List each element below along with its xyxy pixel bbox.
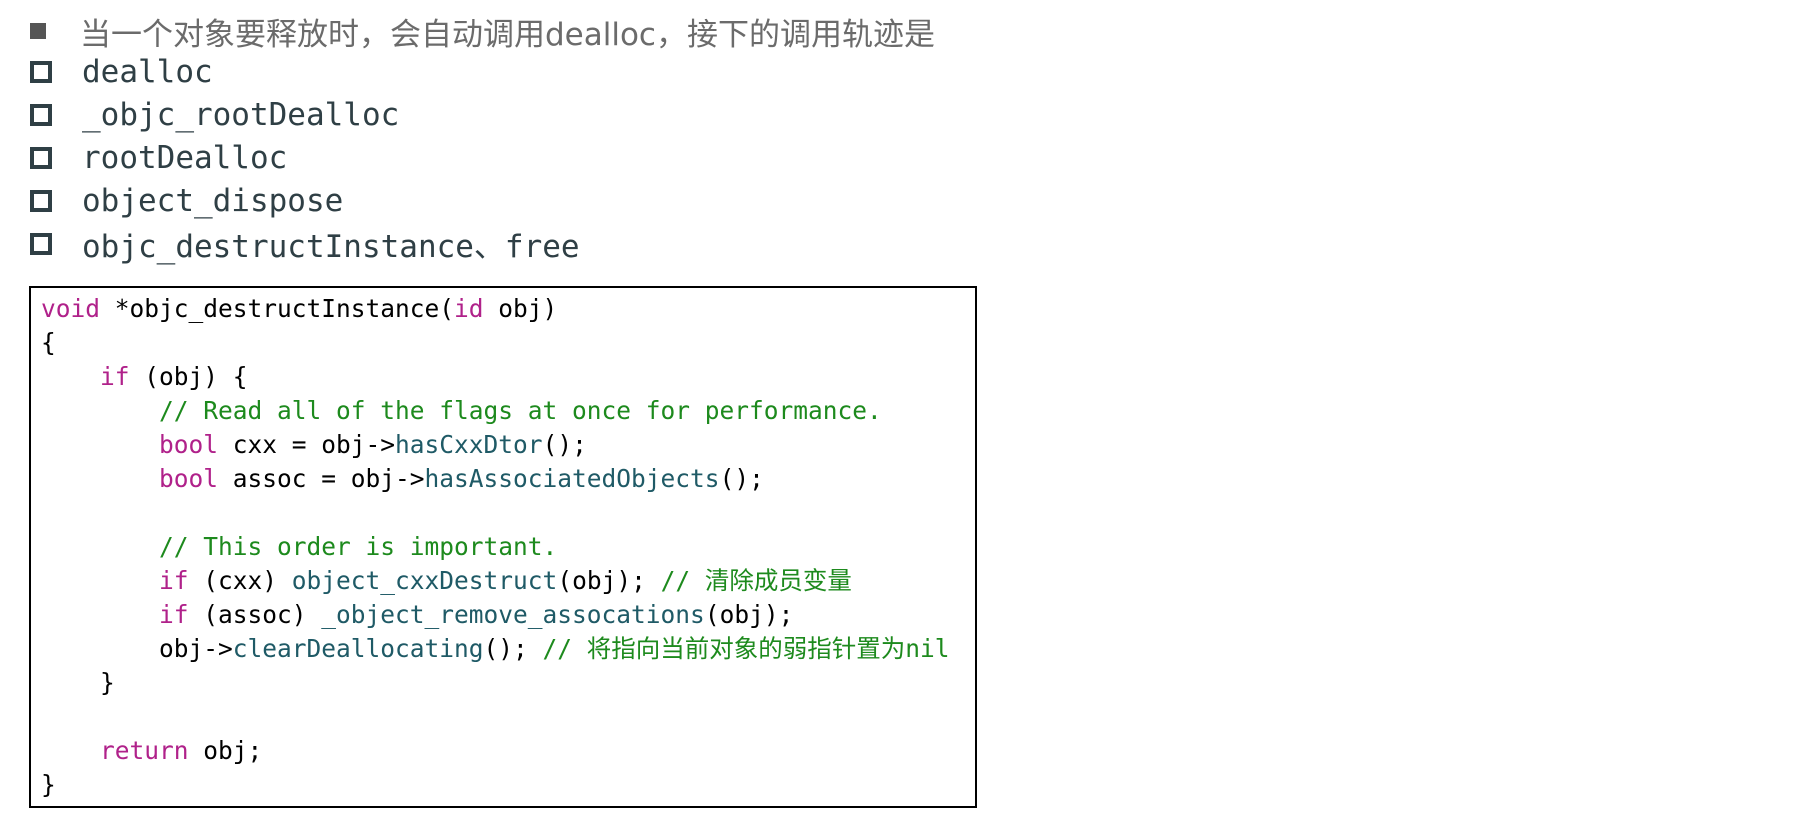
code-line: bool assoc = obj->hasAssociatedObjects()… (41, 462, 950, 496)
filled-square-bullet-icon (30, 23, 46, 39)
code-function: hasCxxDtor (395, 430, 543, 459)
code-line: { (41, 326, 950, 360)
code-line: } (41, 666, 950, 700)
code-text: *objc_destructInstance( (100, 294, 455, 323)
code-text: (obj); (704, 600, 794, 629)
hollow-square-bullet-icon (30, 232, 52, 255)
code-line: // This order is important. (41, 530, 950, 564)
heading-text: 当一个对象要释放时，会自动调用dealloc，接下的调用轨迹是 (80, 16, 935, 53)
code-line: } (41, 768, 950, 802)
code-text: obj-> (41, 634, 233, 663)
code-keyword: return (100, 736, 189, 765)
code-function: hasAssociatedObjects (424, 464, 720, 493)
code-text: (obj); (557, 566, 661, 595)
code-keyword: if (159, 566, 189, 595)
trace-step-label: rootDealloc (82, 139, 288, 176)
code-comment: // 将指向当前对象的弱指针置为nil (542, 634, 950, 663)
code-line: if (assoc) _object_remove_assocations(ob… (41, 598, 950, 632)
code-text: (); (483, 634, 543, 663)
code-text: (); (719, 464, 764, 493)
code-line: if (obj) { (41, 360, 950, 394)
trace-step-label: dealloc (82, 53, 213, 90)
list-item: _objc_rootDealloc (30, 93, 580, 136)
list-item: dealloc (30, 50, 580, 93)
trace-step-label: object_dispose (82, 182, 344, 219)
list-item: object_dispose (30, 179, 580, 222)
code-line: return obj; (41, 734, 950, 768)
code-comment: // This order is important. (159, 532, 558, 561)
code-function: clearDeallocating (232, 634, 484, 663)
code-text: (); (542, 430, 587, 459)
heading-bullet: 当一个对象要释放时，会自动调用dealloc，接下的调用轨迹是 (30, 10, 935, 53)
code-text: (obj) { (129, 362, 248, 391)
code-text: obj; (188, 736, 263, 765)
hollow-square-bullet-icon (30, 189, 52, 212)
code-comment: // 清除成员变量 (660, 566, 852, 595)
trace-step-label: _objc_rootDealloc (82, 96, 400, 133)
list-item: objc_destructInstance、free (30, 222, 580, 265)
code-function: object_cxxDestruct (291, 566, 558, 595)
call-trace-list: dealloc _objc_rootDealloc rootDealloc ob… (30, 50, 580, 265)
code-keyword: if (159, 600, 189, 629)
code-keyword: id (454, 294, 484, 323)
code-line: obj->clearDeallocating(); // 将指向当前对象的弱指针… (41, 632, 950, 666)
code-text: assoc = obj-> (218, 464, 425, 493)
list-item: rootDealloc (30, 136, 580, 179)
code-block: void *objc_destructInstance(id obj){ if … (29, 286, 977, 808)
slide: 当一个对象要释放时，会自动调用dealloc，接下的调用轨迹是 dealloc … (0, 0, 1802, 828)
code-line: // Read all of the flags at once for per… (41, 394, 950, 428)
code-text: (cxx) (188, 566, 292, 595)
code-text: } (41, 770, 56, 799)
code-keyword: void (41, 294, 101, 323)
hollow-square-bullet-icon (30, 103, 52, 126)
code-line: void *objc_destructInstance(id obj) (41, 292, 950, 326)
code-keyword: if (100, 362, 130, 391)
trace-step-label: objc_destructInstance、free (82, 229, 580, 265)
code-line: if (cxx) object_cxxDestruct(obj); // 清除成… (41, 564, 950, 598)
code-function: _object_remove_assocations (321, 600, 705, 629)
hollow-square-bullet-icon (30, 60, 52, 83)
code-text: { (41, 328, 56, 357)
code-text: obj) (483, 294, 558, 323)
code-text: cxx = obj-> (218, 430, 396, 459)
code-listing: void *objc_destructInstance(id obj){ if … (41, 292, 950, 802)
code-keyword: bool (159, 430, 219, 459)
hollow-square-bullet-icon (30, 146, 52, 169)
code-line: bool cxx = obj->hasCxxDtor(); (41, 428, 950, 462)
code-keyword: bool (159, 464, 219, 493)
code-comment: // Read all of the flags at once for per… (159, 396, 882, 425)
code-text: (assoc) (188, 600, 322, 629)
code-text: } (41, 668, 115, 697)
